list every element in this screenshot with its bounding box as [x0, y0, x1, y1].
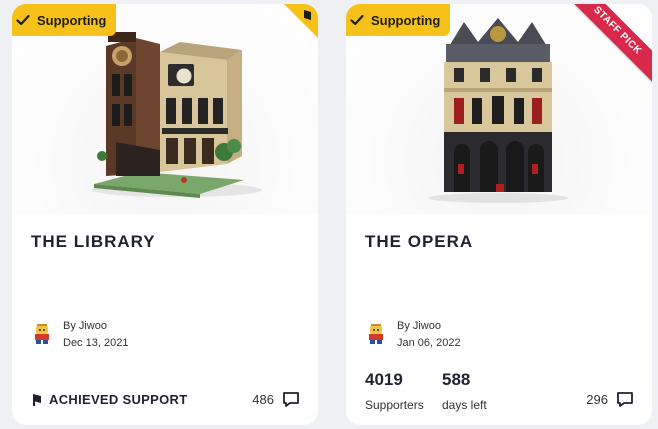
lego-avatar-icon — [35, 324, 49, 344]
comment-icon — [617, 392, 633, 407]
supporting-badge: Supporting — [12, 4, 117, 36]
lego-avatar-icon — [369, 324, 383, 344]
comments-link[interactable]: 296 — [586, 390, 634, 408]
badge-label: Supporting — [371, 12, 441, 28]
comment-count: 296 — [586, 391, 608, 407]
project-image[interactable]: Supporting — [12, 4, 318, 214]
supporters-count: 4019 — [365, 370, 403, 389]
author-name[interactable]: Jiwoo — [79, 320, 107, 332]
days-left-label: days left — [442, 398, 487, 412]
author-block[interactable]: By Jiwoo Jan 06, 2022 — [365, 318, 461, 350]
project-title[interactable]: THE OPERA — [365, 232, 473, 252]
supporters-stat: 4019 Supporters — [365, 370, 424, 412]
achieved-flag-icon — [33, 393, 41, 406]
project-card-opera[interactable]: Supporting STAFF PICK THE OPERA By Jiwoo … — [346, 4, 652, 425]
supporting-badge: Supporting — [346, 4, 451, 36]
check-icon — [350, 14, 364, 26]
project-card-library[interactable]: Supporting THE LIBRARY By Jiwoo Dec 13, 2… — [12, 4, 318, 425]
project-date: Jan 06, 2022 — [397, 336, 461, 349]
flag-icon — [284, 4, 318, 38]
author-block[interactable]: By Jiwoo Dec 13, 2021 — [31, 318, 128, 350]
days-left-count: 588 — [442, 370, 471, 389]
days-left-stat: 588 days left — [442, 370, 487, 412]
project-date: Dec 13, 2021 — [63, 336, 129, 349]
badge-label: Supporting — [37, 12, 107, 28]
achieved-support-status: ACHIEVED SUPPORT — [31, 392, 187, 407]
project-title[interactable]: THE LIBRARY — [31, 232, 156, 252]
author-prefix: By — [63, 319, 76, 332]
comment-count: 486 — [252, 391, 274, 407]
supporters-label: Supporters — [365, 398, 424, 412]
comments-link[interactable]: 486 — [252, 390, 300, 408]
comment-icon — [283, 392, 299, 407]
achieved-label: ACHIEVED SUPPORT — [49, 392, 188, 407]
author-name[interactable]: Jiwoo — [413, 320, 441, 332]
author-prefix: By — [397, 319, 410, 332]
project-image[interactable]: Supporting STAFF PICK — [346, 4, 652, 214]
check-icon — [16, 14, 30, 26]
